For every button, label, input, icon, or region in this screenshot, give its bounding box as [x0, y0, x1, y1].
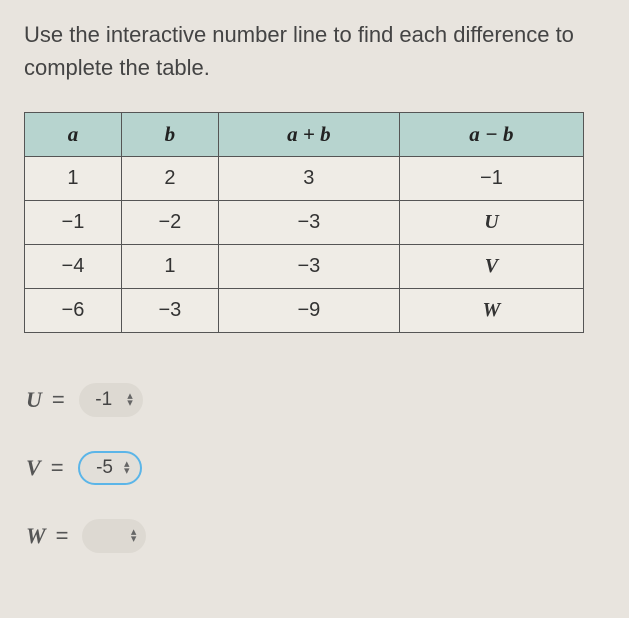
cell-a: 1 — [25, 157, 122, 201]
table-row: −41−3V — [25, 245, 584, 289]
equals-sign: = — [56, 523, 69, 549]
cell-b: −3 — [121, 289, 218, 333]
cell-diff: −1 — [399, 157, 583, 201]
header-a: a — [25, 113, 122, 157]
cell-b: 2 — [121, 157, 218, 201]
table-row: −6−3−9W — [25, 289, 584, 333]
stepper-w[interactable] — [82, 519, 146, 553]
stepper-v[interactable]: -5 — [78, 451, 142, 485]
answer-row-w: W = — [26, 519, 605, 553]
header-a-minus-b: a − b — [399, 113, 583, 157]
stepper-value-u: -1 — [93, 389, 115, 411]
cell-sum: −9 — [218, 289, 399, 333]
stepper-arrows-icon — [131, 529, 137, 543]
cell-sum: −3 — [218, 201, 399, 245]
cell-a: −6 — [25, 289, 122, 333]
data-table: a b a + b a − b 123−1−1−2−3U−41−3V−6−3−9… — [24, 112, 584, 333]
table-row: −1−2−3U — [25, 201, 584, 245]
stepper-arrows-icon — [124, 461, 130, 475]
equals-sign: = — [51, 455, 64, 481]
equals-sign: = — [52, 387, 65, 413]
cell-b: 1 — [121, 245, 218, 289]
answer-row-u: U = -1 — [26, 383, 605, 417]
cell-a: −1 — [25, 201, 122, 245]
stepper-arrows-icon — [127, 393, 133, 407]
answer-label-v: V — [26, 455, 41, 481]
cell-diff: V — [399, 245, 583, 289]
stepper-u[interactable]: -1 — [79, 383, 143, 417]
table-header-row: a b a + b a − b — [25, 113, 584, 157]
cell-sum: −3 — [218, 245, 399, 289]
instructions-text: Use the interactive number line to find … — [24, 18, 605, 84]
answers-section: U = -1 V = -5 W = — [26, 383, 605, 553]
answer-label-w: W — [26, 523, 46, 549]
cell-diff: W — [399, 289, 583, 333]
cell-sum: 3 — [218, 157, 399, 201]
answer-row-v: V = -5 — [26, 451, 605, 485]
answer-label-u: U — [26, 387, 42, 413]
cell-a: −4 — [25, 245, 122, 289]
stepper-value-v: -5 — [94, 457, 116, 479]
table-body: 123−1−1−2−3U−41−3V−6−3−9W — [25, 157, 584, 333]
cell-diff: U — [399, 201, 583, 245]
cell-b: −2 — [121, 201, 218, 245]
header-b: b — [121, 113, 218, 157]
header-a-plus-b: a + b — [218, 113, 399, 157]
table-row: 123−1 — [25, 157, 584, 201]
data-table-wrap: a b a + b a − b 123−1−1−2−3U−41−3V−6−3−9… — [24, 112, 605, 333]
